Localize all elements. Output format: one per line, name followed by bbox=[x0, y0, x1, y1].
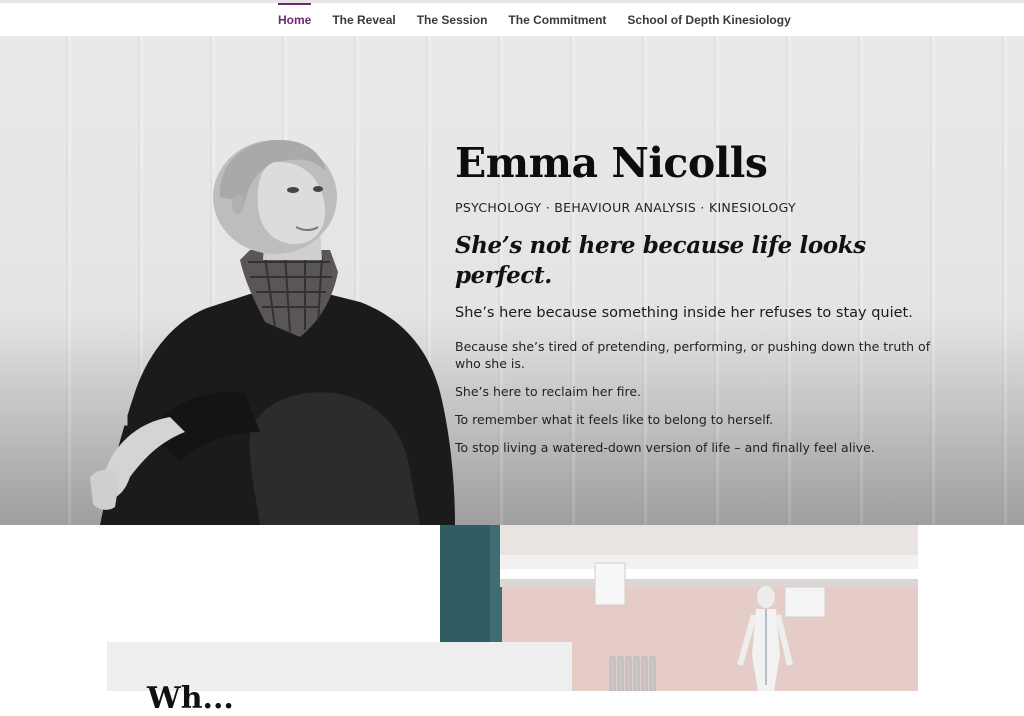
main-navigation: Home The Reveal The Session The Commitme… bbox=[0, 3, 1024, 37]
hero-subline: She’s here because something inside her … bbox=[455, 305, 913, 321]
nav-item-home[interactable]: Home bbox=[278, 3, 322, 36]
nav-item-the-commitment[interactable]: The Commitment bbox=[498, 3, 617, 36]
content-card: Wh... bbox=[107, 642, 572, 714]
nav-item-the-reveal[interactable]: The Reveal bbox=[322, 3, 406, 36]
nav-item-school-of-depth-kinesiology[interactable]: School of Depth Kinesiology bbox=[617, 3, 801, 36]
hero-name-heading: Emma Nicolls bbox=[455, 139, 768, 187]
nav-item-the-session[interactable]: The Session bbox=[406, 3, 498, 36]
hero-disciplines: PSYCHOLOGY · BEHAVIOUR ANALYSIS · KINESI… bbox=[455, 200, 796, 215]
hero-paragraph: Because she’s tired of pretending, perfo… bbox=[455, 339, 931, 371]
portrait-photo bbox=[90, 140, 455, 525]
hero-section: Emma Nicolls PSYCHOLOGY · BEHAVIOUR ANAL… bbox=[0, 37, 1024, 525]
hero-paragraph: To stop living a watered-down version of… bbox=[455, 440, 875, 455]
hero-paragraph: To remember what it feels like to belong… bbox=[455, 412, 774, 427]
hero-paragraph: She’s here to reclaim her fire. bbox=[455, 384, 641, 399]
hero-tagline: She’s not here because life looks perfec… bbox=[455, 232, 866, 289]
hero-text-block: Emma Nicolls PSYCHOLOGY · BEHAVIOUR ANAL… bbox=[455, 137, 935, 456]
section-heading: Wh... bbox=[147, 681, 234, 716]
